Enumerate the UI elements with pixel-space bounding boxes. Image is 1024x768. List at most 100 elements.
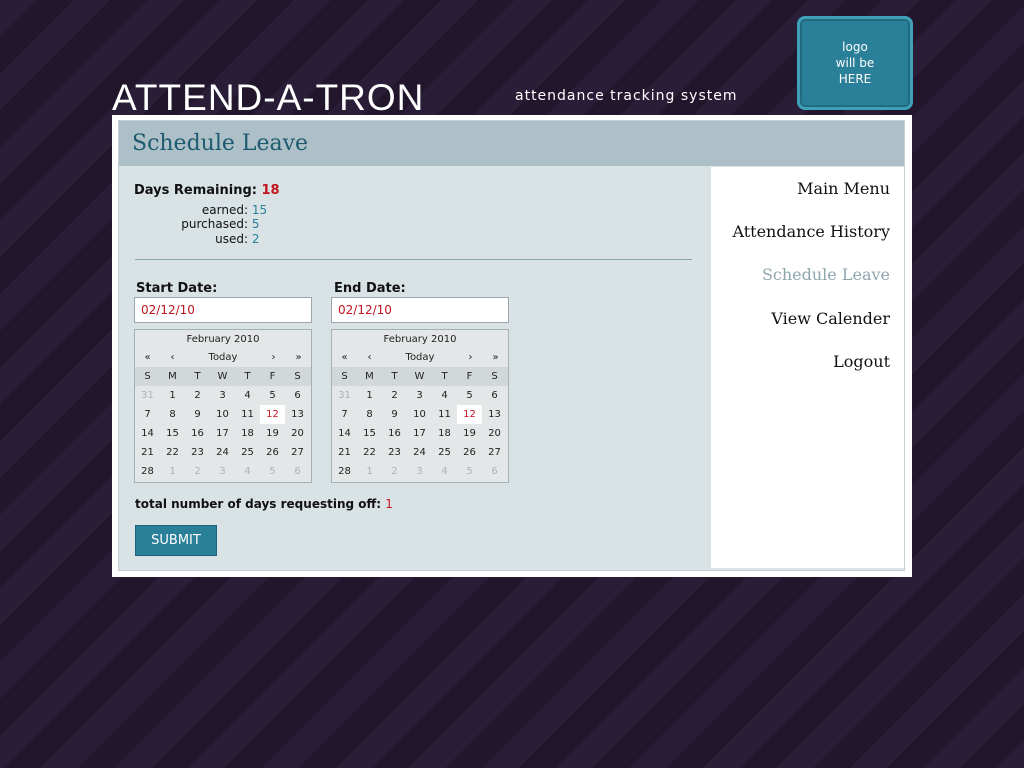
submit-button[interactable]: SUBMIT — [135, 525, 217, 556]
days-remaining-value: 18 — [261, 183, 280, 198]
calendar-day[interactable]: 26 — [260, 443, 285, 462]
calendar-day[interactable]: 1 — [160, 386, 185, 405]
calendar-day[interactable]: 23 — [185, 443, 210, 462]
purchased-label: purchased: — [181, 217, 248, 231]
calendar-day[interactable]: 4 — [235, 462, 260, 481]
calendar-day[interactable]: 27 — [285, 443, 310, 462]
calendar-day[interactable]: 21 — [332, 443, 357, 462]
calendar-day[interactable]: 3 — [210, 386, 235, 405]
calendar-day[interactable]: 25 — [432, 443, 457, 462]
calendar-day[interactable]: 2 — [382, 386, 407, 405]
calendar-day[interactable]: 1 — [357, 386, 382, 405]
next-year-button[interactable]: » — [286, 349, 311, 367]
stat-purchased: purchased: 5 — [119, 217, 259, 231]
calendar-day[interactable]: 16 — [382, 424, 407, 443]
calendar-day[interactable]: 6 — [285, 386, 310, 405]
calendar-day[interactable]: 4 — [235, 386, 260, 405]
calendar-day[interactable]: 2 — [382, 462, 407, 481]
prev-year-button[interactable]: « — [135, 349, 160, 367]
calendar-day[interactable]: 20 — [285, 424, 310, 443]
calendar-day[interactable]: 8 — [357, 405, 382, 424]
prev-month-button[interactable]: ‹ — [357, 349, 382, 367]
calendar-day[interactable]: 13 — [482, 405, 507, 424]
calendar-day[interactable]: 5 — [260, 386, 285, 405]
calendar-day[interactable]: 22 — [357, 443, 382, 462]
weekday-header: S — [144, 371, 151, 382]
calendar-week-row: 28 1 2 3 4 5 6 — [332, 462, 508, 481]
calendar-day[interactable]: 3 — [407, 462, 432, 481]
next-month-button[interactable]: › — [458, 349, 483, 367]
calendar-day[interactable]: 27 — [482, 443, 507, 462]
calendar-day[interactable]: 24 — [407, 443, 432, 462]
calendar-week-row: 21 22 23 24 25 26 27 — [332, 443, 508, 462]
calendar-day[interactable]: 21 — [135, 443, 160, 462]
calendar-day[interactable]: 28 — [135, 462, 160, 481]
calendar-day[interactable]: 16 — [185, 424, 210, 443]
calendar-day[interactable]: 17 — [407, 424, 432, 443]
calendar-day[interactable]: 5 — [457, 462, 482, 481]
calendar-day[interactable]: 13 — [285, 405, 310, 424]
calendar-day[interactable]: 1 — [357, 462, 382, 481]
total-days-value: 1 — [385, 497, 393, 511]
calendar-day[interactable]: 18 — [235, 424, 260, 443]
calendar-day[interactable]: 15 — [160, 424, 185, 443]
nav-view-calender[interactable]: View Calender — [771, 309, 890, 328]
nav-main-menu[interactable]: Main Menu — [797, 179, 890, 198]
calendar-day[interactable]: 31 — [332, 386, 357, 405]
calendar-day[interactable]: 9 — [185, 405, 210, 424]
nav-logout[interactable]: Logout — [833, 352, 890, 371]
calendar-day[interactable]: 5 — [457, 386, 482, 405]
calendar-day[interactable]: 10 — [407, 405, 432, 424]
calendar-day[interactable]: 3 — [210, 462, 235, 481]
calendar-day[interactable]: 8 — [160, 405, 185, 424]
next-year-button[interactable]: » — [483, 349, 508, 367]
calendar-day[interactable]: 28 — [332, 462, 357, 481]
calendar-day[interactable]: 7 — [135, 405, 160, 424]
calendar-day[interactable]: 17 — [210, 424, 235, 443]
main-frame: Schedule Leave Days Remaining: 18 earned… — [112, 115, 912, 577]
calendar-day[interactable]: 2 — [185, 462, 210, 481]
calendar-day[interactable]: 9 — [382, 405, 407, 424]
calendar-day[interactable]: 1 — [160, 462, 185, 481]
logo-placeholder: logo will be HERE — [797, 16, 913, 110]
calendar-nav: «‹ Today ›» — [332, 349, 508, 367]
content-panel: Schedule Leave Days Remaining: 18 earned… — [118, 120, 905, 571]
calendar-day[interactable]: 11 — [432, 405, 457, 424]
calendar-day[interactable]: 4 — [432, 386, 457, 405]
prev-year-button[interactable]: « — [332, 349, 357, 367]
calendar-day[interactable]: 26 — [457, 443, 482, 462]
today-button[interactable]: Today — [382, 349, 458, 367]
calendar-day[interactable]: 14 — [332, 424, 357, 443]
calendar-day[interactable]: 19 — [457, 424, 482, 443]
calendar-day[interactable]: 11 — [235, 405, 260, 424]
today-button[interactable]: Today — [185, 349, 261, 367]
weekday-header: W — [414, 371, 425, 382]
calendar-day[interactable]: 7 — [332, 405, 357, 424]
start-date-input[interactable] — [134, 297, 312, 323]
calendar-day[interactable]: 6 — [285, 462, 310, 481]
calendar-day[interactable]: 23 — [382, 443, 407, 462]
next-month-button[interactable]: › — [261, 349, 286, 367]
calendar-day[interactable]: 12 — [457, 405, 482, 424]
calendar-day[interactable]: 24 — [210, 443, 235, 462]
calendar-day[interactable]: 5 — [260, 462, 285, 481]
end-date-input[interactable] — [331, 297, 509, 323]
nav-attendance-history[interactable]: Attendance History — [732, 222, 890, 241]
calendar-day[interactable]: 19 — [260, 424, 285, 443]
calendar-day[interactable]: 2 — [185, 386, 210, 405]
calendar-day[interactable]: 12 — [260, 405, 285, 424]
calendar-day[interactable]: 31 — [135, 386, 160, 405]
nav-schedule-leave[interactable]: Schedule Leave — [762, 265, 890, 284]
calendar-day[interactable]: 3 — [407, 386, 432, 405]
prev-month-button[interactable]: ‹ — [160, 349, 185, 367]
calendar-day[interactable]: 15 — [357, 424, 382, 443]
calendar-day[interactable]: 4 — [432, 462, 457, 481]
calendar-day[interactable]: 6 — [482, 386, 507, 405]
calendar-day[interactable]: 20 — [482, 424, 507, 443]
calendar-day[interactable]: 6 — [482, 462, 507, 481]
calendar-day[interactable]: 14 — [135, 424, 160, 443]
calendar-day[interactable]: 25 — [235, 443, 260, 462]
calendar-day[interactable]: 10 — [210, 405, 235, 424]
calendar-day[interactable]: 18 — [432, 424, 457, 443]
calendar-day[interactable]: 22 — [160, 443, 185, 462]
